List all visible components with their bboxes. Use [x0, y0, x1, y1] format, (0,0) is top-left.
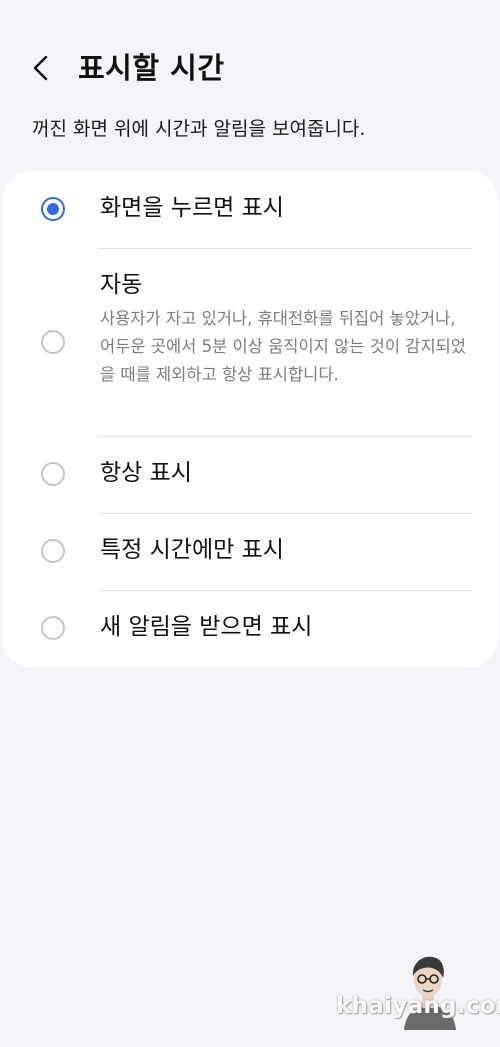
option-new-notification[interactable]: 새 알림을 받으면 표시: [2, 591, 498, 667]
back-button[interactable]: [22, 48, 62, 88]
page-title: 표시할 시간: [78, 51, 225, 85]
option-description: 사용자가 자고 있거나, 휴대전화를 뒤집어 놓았거나, 어두운 곳에서 5분 …: [100, 309, 466, 384]
radio-button-selected[interactable]: [41, 197, 65, 221]
option-label: 항상 표시: [100, 460, 192, 486]
option-scheduled[interactable]: 특정 시간에만 표시: [2, 514, 498, 590]
chevron-left-icon: [33, 55, 48, 81]
option-label: 자동: [100, 272, 143, 298]
option-auto[interactable]: 자동 사용자가 자고 있거나, 휴대전화를 뒤집어 놓았거나, 어두운 곳에서 …: [2, 249, 498, 436]
radio-button[interactable]: [41, 616, 65, 640]
app-bar: 표시할 시간: [0, 40, 500, 96]
option-label: 화면을 누르면 표시: [100, 195, 284, 221]
radio-button[interactable]: [41, 330, 65, 354]
watermark-text: khaiyang.com: [336, 993, 500, 1019]
radio-button[interactable]: [41, 539, 65, 563]
radio-button[interactable]: [41, 462, 65, 486]
page-description: 꺼진 화면 위에 시간과 알림을 보여줍니다.: [32, 118, 366, 140]
options-card: 화면을 누르면 표시 자동 사용자가 자고 있거나, 휴대전화를 뒤집어 놓았거…: [2, 171, 498, 667]
option-label: 특정 시간에만 표시: [100, 537, 284, 563]
option-tap-to-show[interactable]: 화면을 누르면 표시: [2, 171, 498, 248]
option-always-show[interactable]: 항상 표시: [2, 437, 498, 513]
option-label: 새 알림을 받으면 표시: [100, 614, 313, 640]
